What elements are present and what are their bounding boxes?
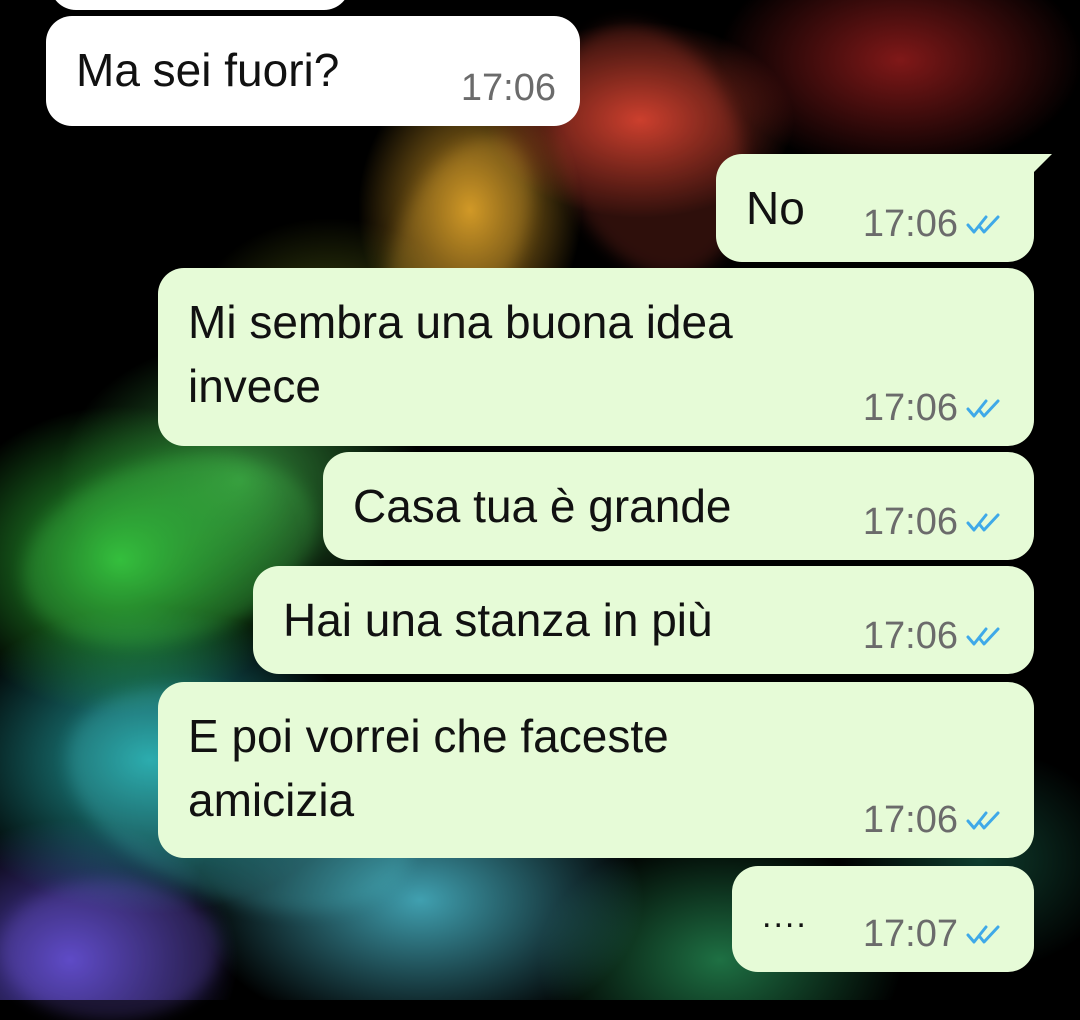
read-double-check-icon [966,627,1000,646]
message-time: 17:06 [862,387,958,429]
message-time: 17:06 [862,501,958,543]
message-meta: 17:07 [863,914,1008,954]
message-time: 17:06 [862,203,958,245]
message-meta: 17:06 [461,68,556,108]
message-text: E poi vorrei che faceste amicizia [188,710,669,826]
message-bubble-outgoing[interactable]: No 17:06 [716,154,1052,262]
read-double-check-icon [966,513,1000,532]
message-bubble-outgoing[interactable]: .... 17:07 [732,866,1034,972]
message-time: 17:07 [862,913,958,955]
message-time: 17:06 [460,67,556,109]
message-text: .... [762,897,808,935]
message-meta: 17:06 [863,616,1008,656]
message-text: Mi sembra una buona idea invece [188,296,733,412]
message-text: Hai una stanza in più [283,594,713,646]
message-text: Ma sei fuori? [76,44,340,96]
message-meta: 17:06 [863,204,1008,244]
read-double-check-icon [966,215,1000,234]
read-double-check-icon [966,811,1000,830]
message-meta: 17:06 [863,502,1008,542]
message-time: 17:06 [862,615,958,657]
message-bubble-partial[interactable] [50,0,350,10]
message-bubble-outgoing[interactable]: Mi sembra una buona idea invece 17:06 [158,268,1034,446]
read-double-check-icon [966,925,1000,944]
message-bubble-outgoing[interactable]: Hai una stanza in più 17:06 [253,566,1034,674]
message-list[interactable]: Ma sei fuori? 17:06 No 17:06 Mi sembra u… [0,0,1080,1000]
message-bubble-outgoing[interactable]: E poi vorrei che faceste amicizia 17:06 [158,682,1034,858]
bubble-tail [1026,154,1052,180]
message-bubble-outgoing[interactable]: Casa tua è grande 17:06 [323,452,1034,560]
message-meta: 17:06 [863,388,1008,428]
message-text: No [746,182,805,234]
message-bubble-incoming[interactable]: Ma sei fuori? 17:06 [46,16,580,126]
message-time: 17:06 [862,799,958,841]
message-text: Casa tua è grande [353,480,732,532]
read-double-check-icon [966,399,1000,418]
message-meta: 17:06 [863,800,1008,840]
